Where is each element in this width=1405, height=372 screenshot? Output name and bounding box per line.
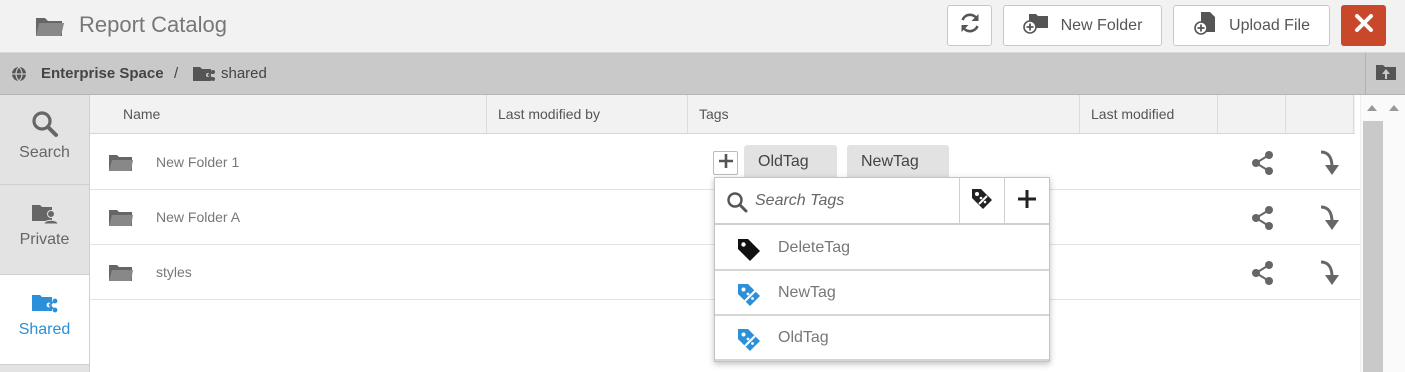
tag-picker-popup: DeleteTag NewTag OldTag [714,177,1050,362]
column-header-tags[interactable]: Tags [688,95,1080,134]
folder-up-icon [1375,63,1397,86]
scrollbar-thumb[interactable] [1363,121,1383,372]
tag-option-label: DeleteTag [778,239,851,256]
top-bar: Report Catalog New Folder Upload File [0,0,1405,53]
move-icon[interactable] [1318,259,1342,292]
tag-filter-button[interactable] [959,178,1003,225]
percent-tag-icon [736,282,762,313]
percent-tag-icon [736,327,762,358]
refresh-button[interactable] [947,5,992,46]
percent-tag-icon [970,187,994,216]
refresh-icon [958,11,982,40]
new-folder-button[interactable]: New Folder [1003,5,1162,46]
row-name[interactable]: New Folder A [156,209,240,225]
column-header-share [1218,95,1286,134]
row-name[interactable]: styles [156,264,192,280]
scroll-up-arrow-icon[interactable] [1389,105,1399,111]
tag-icon [736,237,762,268]
plus-icon [718,153,734,174]
row-name[interactable]: New Folder 1 [156,154,239,170]
new-folder-icon [1022,12,1049,39]
search-icon [0,95,89,138]
create-tag-button[interactable] [1004,178,1049,225]
shared-folder-icon [192,65,216,88]
share-icon[interactable] [1250,150,1276,181]
tag-option-newtag[interactable]: NewTag [715,271,1049,316]
parent-folder-button[interactable] [1365,53,1405,95]
breadcrumb-root[interactable]: Enterprise Space [41,65,164,82]
folder-icon [35,14,65,38]
sidebar-item-label: Shared [18,321,71,338]
upload-file-button[interactable]: Upload File [1173,5,1330,46]
move-icon[interactable] [1318,204,1342,237]
upload-file-label: Upload File [1229,16,1310,34]
tag-option-label: OldTag [778,329,829,346]
column-header-name[interactable]: Name [112,95,487,134]
shared-folder-icon [0,275,89,315]
sidebar-item-label: Search [19,144,70,161]
tag-search-input[interactable] [755,186,955,216]
add-tag-button[interactable] [713,151,738,175]
folder-icon [108,263,134,288]
app-title: Report Catalog [79,12,227,37]
tag-search-bar [715,178,1049,225]
search-icon [726,191,748,218]
table-header: Name Last modified by Tags Last modified [90,95,1355,134]
tag-option-deletetag[interactable]: DeleteTag [715,226,1049,271]
upload-file-icon [1193,11,1217,40]
tag-option-oldtag[interactable]: OldTag [715,316,1049,361]
tag-option-label: NewTag [778,284,836,301]
breadcrumb-current: shared [221,65,267,82]
sidebar-item-label: Private [19,231,70,248]
move-icon[interactable] [1318,149,1342,182]
share-icon[interactable] [1250,260,1276,291]
scroll-up-arrow-icon[interactable] [1367,105,1377,111]
column-header-last-modified[interactable]: Last modified [1080,95,1218,134]
folder-icon [108,208,134,233]
new-folder-label: New Folder [1060,16,1143,34]
private-folder-icon [0,185,89,225]
close-icon [1354,13,1374,38]
plus-icon [1016,188,1038,215]
folder-icon [108,153,134,178]
sidebar-item-search[interactable]: Search [0,95,89,185]
column-header-last-modified-by[interactable]: Last modified by [487,95,688,134]
scrollbar[interactable] [1360,95,1405,372]
column-header-move [1286,95,1354,134]
sidebar: Search Private Shared [0,95,90,372]
share-icon[interactable] [1250,205,1276,236]
tag-chip-newtag[interactable]: NewTag [847,145,949,181]
breadcrumb: Enterprise Space / shared [0,53,1405,95]
close-button[interactable] [1341,5,1386,46]
sidebar-item-shared[interactable]: Shared [0,275,89,365]
globe-icon [11,66,27,87]
sidebar-item-private[interactable]: Private [0,185,89,275]
breadcrumb-separator: / [174,65,179,82]
tag-chip-oldtag[interactable]: OldTag [744,145,837,181]
